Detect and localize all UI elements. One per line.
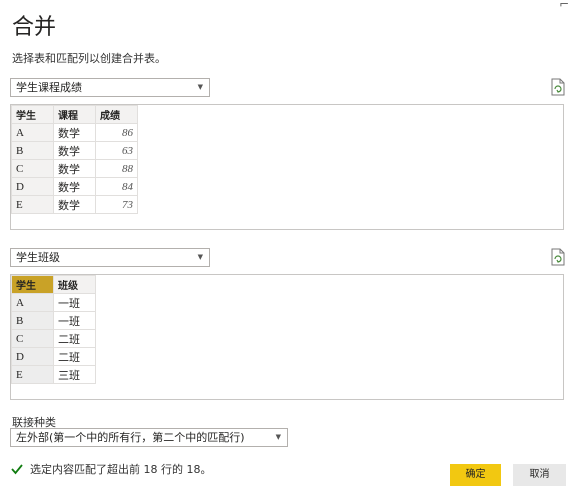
join-kind-select[interactable]: 左外部(第一个中的所有行，第二个中的匹配行) ▼	[10, 428, 288, 447]
table2-select[interactable]: 学生班级 ▼	[10, 248, 210, 267]
table2-preview: 学生 班级 A 一班 B 一班 C 二班 D 二班 E 三班	[10, 274, 564, 400]
table-row: D 数学 84	[11, 177, 138, 196]
table-cell: 数学	[53, 159, 96, 178]
table-cell: B	[11, 311, 54, 330]
table-cell: 一班	[53, 311, 96, 330]
table-cell: A	[11, 293, 54, 312]
close-icon[interactable]: ⌐	[559, 0, 573, 10]
table-cell: 二班	[53, 347, 96, 366]
table-cell: D	[11, 347, 54, 366]
table-row: B 一班	[11, 311, 96, 330]
table1-preview: 学生 课程 成绩 A 数学 86 B 数学 63 C 数学 88 D 数学 84 E 数学 73	[10, 104, 564, 230]
table-cell: 数学	[53, 195, 96, 214]
column-header[interactable]: 学生	[11, 105, 54, 124]
table-cell: C	[11, 329, 54, 348]
cancel-button[interactable]: 取消	[513, 464, 566, 486]
table-cell: E	[11, 365, 54, 384]
table-cell: E	[11, 195, 54, 214]
table-row: E 数学 73	[11, 195, 138, 214]
table-cell: 数学	[53, 141, 96, 160]
table-row: E 三班	[11, 365, 96, 384]
refresh-preview-icon[interactable]	[550, 248, 566, 266]
chevron-down-icon: ▼	[197, 83, 203, 91]
chevron-down-icon: ▼	[197, 253, 203, 261]
column-header[interactable]: 学生	[11, 275, 54, 294]
table1-select[interactable]: 学生课程成绩 ▼	[10, 78, 210, 97]
table-cell: 数学	[53, 177, 96, 196]
table-row: B 数学 63	[11, 141, 138, 160]
ok-button[interactable]: 确定	[450, 464, 501, 486]
column-header[interactable]: 课程	[53, 105, 96, 124]
table-cell: 88	[95, 159, 138, 178]
table2-select-value: 学生班级	[16, 251, 60, 264]
table-cell: 63	[95, 141, 138, 160]
match-status: 选定内容匹配了超出前 18 行的 18。	[10, 461, 211, 477]
table-cell: 84	[95, 177, 138, 196]
table-cell: D	[11, 177, 54, 196]
table2-grid: 学生 班级 A 一班 B 一班 C 二班 D 二班 E 三班	[11, 275, 96, 384]
column-header[interactable]: 班级	[53, 275, 96, 294]
dialog-subtitle: 选择表和匹配列以创建合并表。	[12, 52, 166, 65]
table-cell: A	[11, 123, 54, 142]
table-cell: 73	[95, 195, 138, 214]
match-status-text: 选定内容匹配了超出前 18 行的 18。	[30, 463, 212, 476]
table1-grid: 学生 课程 成绩 A 数学 86 B 数学 63 C 数学 88 D 数学 84 E 数学 73	[11, 105, 138, 214]
dialog-title: 合并	[12, 15, 57, 40]
table-cell: 86	[95, 123, 138, 142]
table-cell: C	[11, 159, 54, 178]
checkmark-icon	[11, 464, 23, 475]
join-kind-value: 左外部(第一个中的所有行，第二个中的匹配行)	[16, 431, 245, 444]
table-cell: 三班	[53, 365, 96, 384]
table-row: A 一班	[11, 293, 96, 312]
table-row: A 数学 86	[11, 123, 138, 142]
table-row: C 数学 88	[11, 159, 138, 178]
table-cell: 数学	[53, 123, 96, 142]
refresh-preview-icon[interactable]	[550, 78, 566, 96]
column-header[interactable]: 成绩	[95, 105, 138, 124]
chevron-down-icon: ▼	[275, 433, 281, 441]
table-row: C 二班	[11, 329, 96, 348]
table-row: D 二班	[11, 347, 96, 366]
table-cell: 一班	[53, 293, 96, 312]
table-cell: 二班	[53, 329, 96, 348]
table1-select-value: 学生课程成绩	[16, 81, 82, 94]
table-cell: B	[11, 141, 54, 160]
